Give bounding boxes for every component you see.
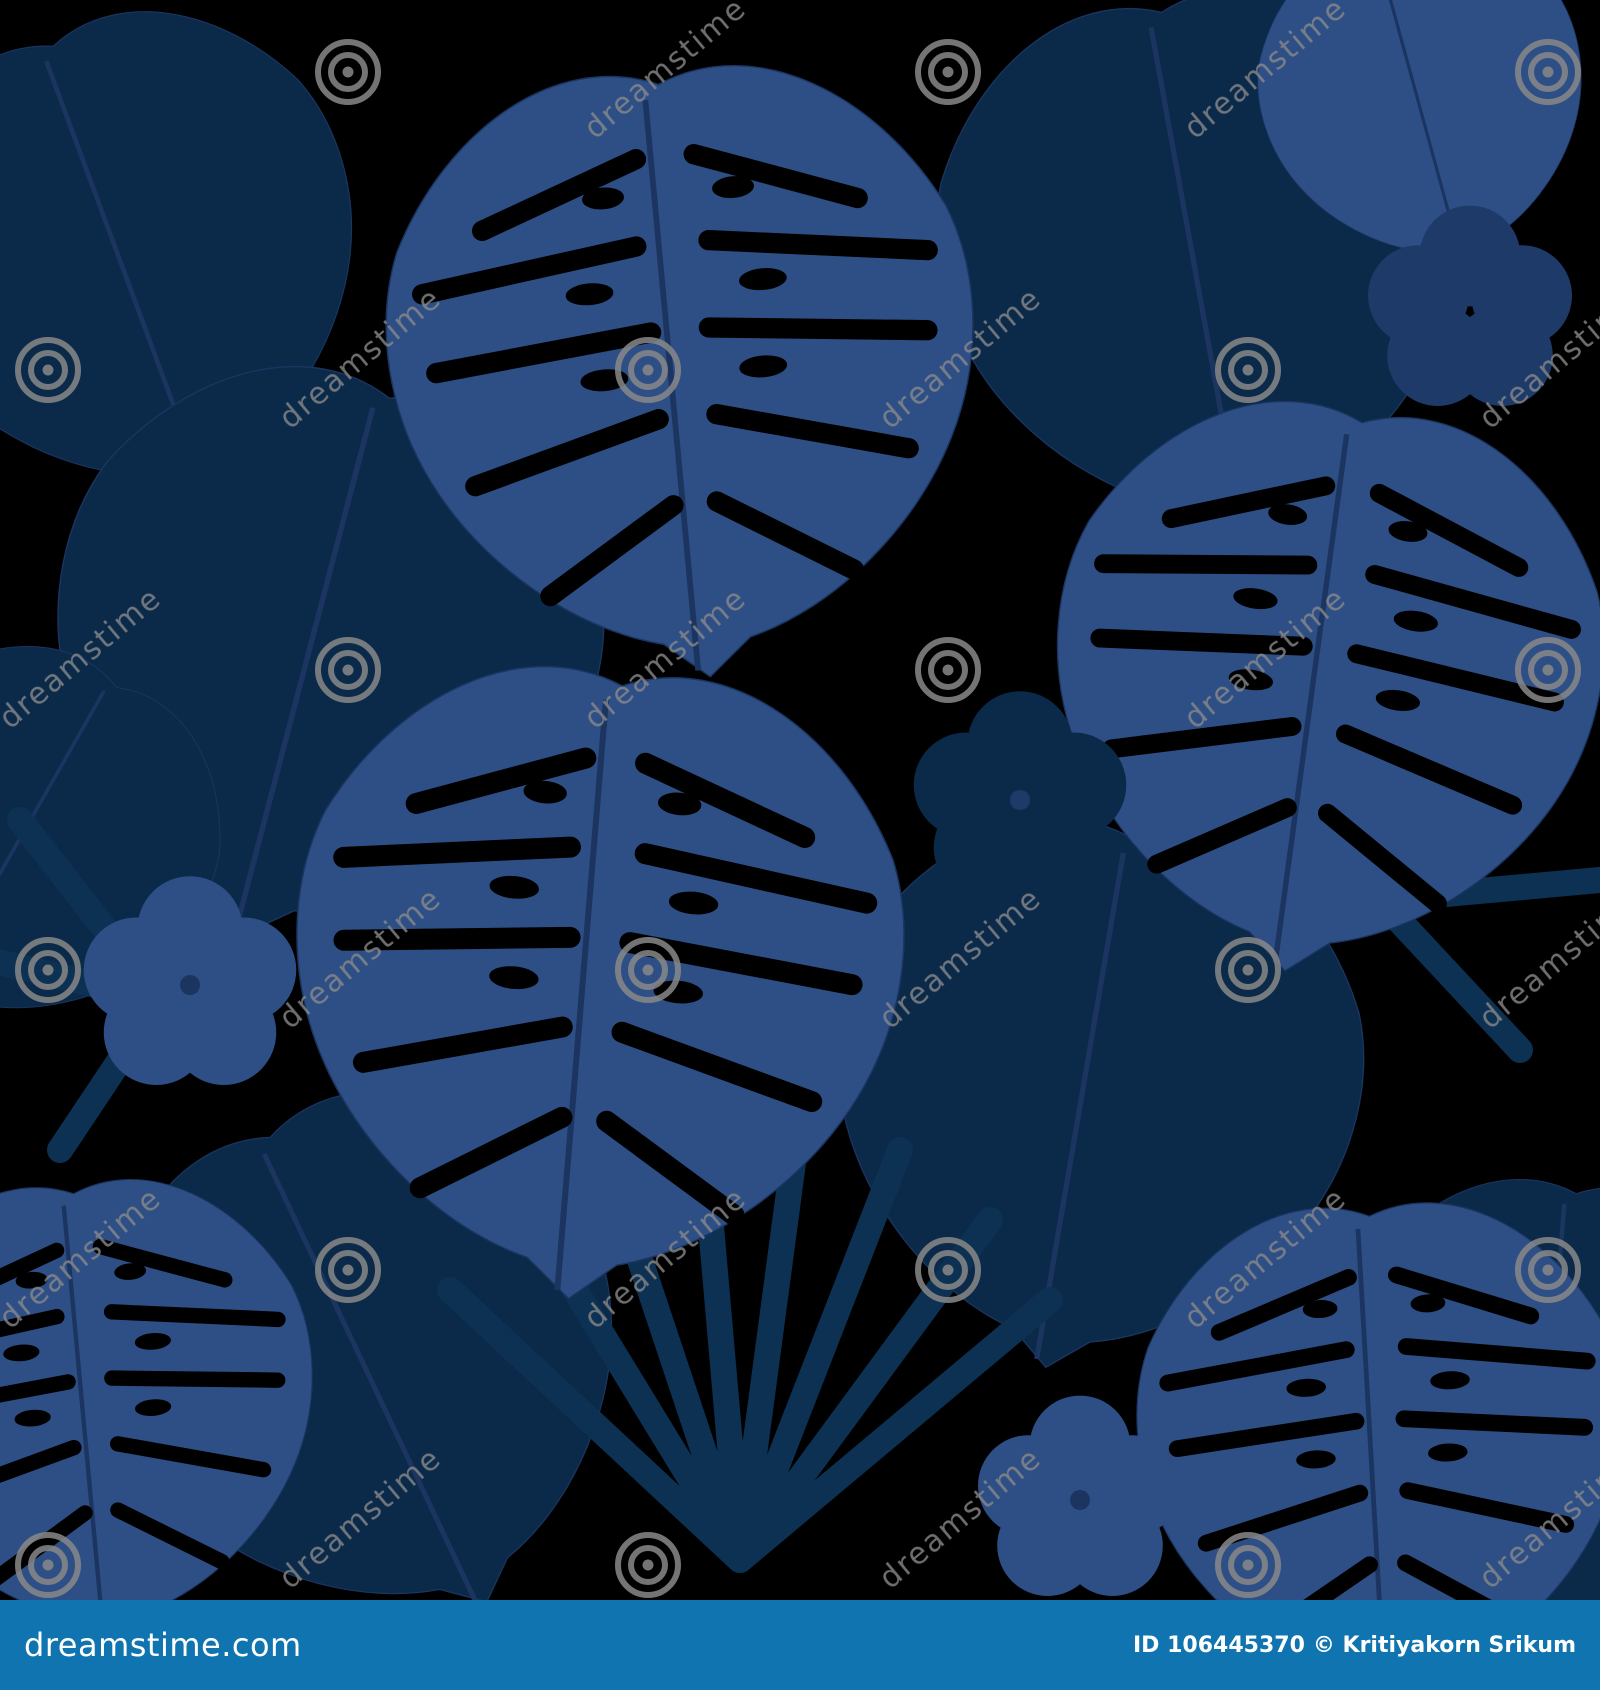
stock-image: dreamstime dreamstime dreamstime dreamst…: [0, 0, 1600, 1690]
copyright-author: © Kritiyakorn Srikum: [1312, 1632, 1576, 1658]
footer-credit: ID 106445370 © Kritiyakorn Srikum: [1133, 1633, 1576, 1658]
image-id: ID 106445370: [1133, 1632, 1305, 1658]
tropical-pattern-artwork: dreamstime dreamstime dreamstime dreamst…: [0, 0, 1600, 1600]
stock-footer-bar: dreamstime.com ID 106445370 © Kritiyakor…: [0, 1600, 1600, 1690]
footer-brand[interactable]: dreamstime.com: [24, 1626, 302, 1664]
